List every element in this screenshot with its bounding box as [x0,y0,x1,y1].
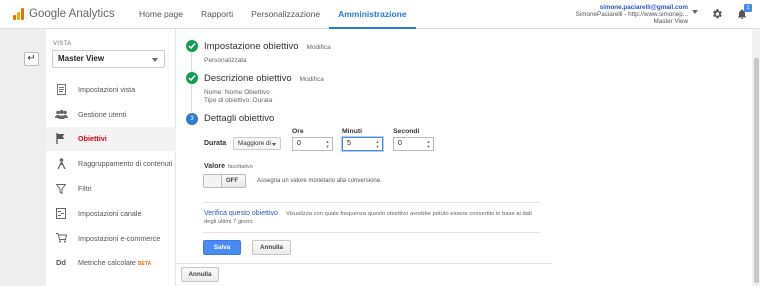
minutes-value: 5 [347,140,351,147]
channel-icon [54,207,68,219]
operator-dropdown[interactable]: Maggiore di [233,137,281,150]
hours-input[interactable]: 0 ▲ ▼ [292,137,333,151]
step1-modify-link[interactable]: Modifica [307,44,331,51]
step3-number: 3 [186,113,198,125]
chevron-down-icon [152,58,158,62]
nav-reports[interactable]: Rapporti [192,0,242,29]
account-property: SimonePaciarelli - http://www.simonep... [575,11,688,18]
save-button[interactable]: Salva [203,240,241,255]
seconds-input[interactable]: 0 ▲ ▼ [393,137,434,151]
person-icon [54,158,68,170]
seconds-value: 0 [398,140,402,147]
chevron-down-icon [272,143,276,146]
account-email: simone.paciarelli@gmail.com [599,4,688,11]
dd-icon: Dd [56,258,66,268]
toggle-state: OFF [226,178,238,184]
hours-value: 0 [297,140,301,147]
view-select[interactable]: Master View [52,50,165,68]
beta-badge: BETA [137,261,152,268]
gear-icon[interactable] [711,8,723,20]
top-bar: Google Analytics Home page Rapporti Pers… [0,0,760,29]
nav-admin[interactable]: Amministrazione [329,0,416,29]
sidebar-item-label: Impostazioni vista [78,84,136,94]
value-optional-label: facoltativo [228,164,253,170]
nav-customization[interactable]: Personalizzazione [242,0,329,29]
verify-goal-description-2: degli ultimi 7 giorni. [204,219,254,225]
verify-goal-description: Visualizza con quale frequenza questo ob… [286,211,532,217]
sidebar-item-filters[interactable]: Filtri [46,176,176,201]
sidebar-item-label: Impostazioni canale [78,208,142,218]
sidebar-item-label: Impostazioni e-commerce [78,233,161,243]
sidebar-item-view-settings[interactable]: Impostazioni vista [46,77,176,102]
view-select-value: Master View [58,54,105,63]
minutes-input[interactable]: 5 ▲ ▼ [342,137,383,151]
step2-type-line: Tipo di obiettivo: Durata [204,96,273,104]
hours-label: Ore [292,128,304,135]
view-section-label: VISTA [53,41,72,47]
document-icon [54,83,68,95]
value-toggle[interactable]: OFF [203,174,246,188]
sidebar-item-label: Filtri [78,184,92,194]
sidebar-item-user-management[interactable]: Gestione utenti [46,102,176,127]
users-icon [54,108,68,120]
value-label: Valore facoltativo [204,163,253,170]
minutes-label: Minuti [342,128,363,135]
duration-label: Durata [204,140,227,147]
divider [176,263,552,264]
view-menu: Impostazioni vista Gestione utenti Obiet… [46,77,176,275]
step-complete-check-icon [186,72,198,84]
divider [203,202,540,203]
step1-title: Impostazione obiettivo Modifica [204,41,331,52]
footer-cancel-button[interactable]: Annulla [181,267,219,282]
analytics-logo-icon [13,8,25,20]
verify-goal-link[interactable]: Verifica questo obiettivo [204,210,278,217]
account-view: Master View [653,18,688,25]
step-connector [191,52,192,72]
value-toggle-description: Assegna un valore monetario alla convers… [257,178,382,184]
sidebar-item-label: Raggruppamento di contenuti [78,159,173,169]
flag-icon [54,133,68,145]
account-switcher[interactable]: simone.paciarelli@gmail.com SimonePaciar… [576,4,688,25]
app-title: Google Analytics [29,8,115,20]
step2-name-line: Nome: Nome Obiettivo [204,89,270,96]
spinner-arrows-icon[interactable]: ▲ ▼ [325,139,330,149]
sidebar-item-label: Metriche calcolate BETA [78,258,152,268]
step2-modify-link[interactable]: Modifica [300,76,324,83]
toggle-knob [204,175,222,187]
view-sidebar: VISTA Master View Impostazioni vista Ges… [46,29,176,286]
sidebar-item-content-grouping[interactable]: Raggruppamento di contenuti [46,151,176,176]
scrollbar-thumb[interactable] [754,58,759,283]
seconds-label: Secondi [393,128,420,135]
notification-badge: 1 [744,4,752,12]
sidebar-item-calculated-metrics[interactable]: Dd Metriche calcolate BETA [46,251,176,276]
step2-title: Descrizione obiettivo Modifica [204,73,324,84]
sidebar-item-channel-settings[interactable]: Impostazioni canale [46,201,176,226]
google-analytics-logo[interactable]: Google Analytics [13,8,115,20]
back-arrow-icon[interactable]: ↵ [24,52,39,66]
step-complete-check-icon [186,40,198,52]
sidebar-item-label: Obiettivi [78,134,107,144]
cart-icon [54,232,68,244]
step3-title: Dettagli obiettivo [204,113,275,124]
operator-value: Maggiore di [238,140,271,147]
sidebar-item-goals[interactable]: Obiettivi [46,126,176,152]
sidebar-item-ecommerce-settings[interactable]: Impostazioni e-commerce [46,226,176,251]
sidebar-item-label: Gestione utenti [78,109,127,119]
nav-home[interactable]: Home page [130,0,192,29]
divider [203,232,540,233]
left-gutter [0,29,46,286]
main-nav: Home page Rapporti Personalizzazione Amm… [130,0,416,29]
chevron-down-icon[interactable] [692,10,698,14]
filter-icon [54,183,68,195]
spinner-arrows-icon[interactable]: ▲ ▼ [375,139,380,149]
step-connector [191,84,192,112]
cancel-button[interactable]: Annulla [252,240,291,255]
step1-summary: Personalizzata [204,57,247,64]
spinner-arrows-icon[interactable]: ▲ ▼ [426,139,431,149]
